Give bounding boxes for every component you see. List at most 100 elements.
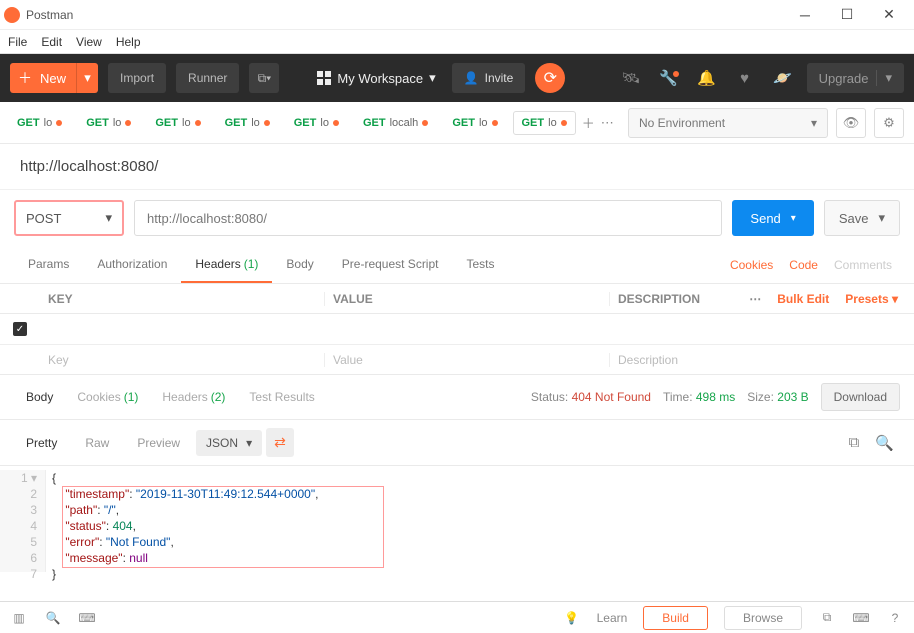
request-tab[interactable]: GETlo (216, 111, 279, 135)
request-tab[interactable]: GETlo (8, 111, 71, 135)
browse-button[interactable]: Browse (724, 606, 802, 630)
environment-preview-button[interactable]: 👁 (836, 108, 866, 138)
request-tab[interactable]: GETlo (443, 111, 506, 135)
url-input[interactable] (134, 200, 722, 236)
chevron-down-icon: ▾ (105, 210, 112, 226)
download-button[interactable]: Download (821, 383, 900, 411)
presets-link[interactable]: Presets ▾ (837, 292, 906, 306)
header-value-input[interactable]: Value (325, 353, 610, 367)
notifications-wrench-icon[interactable]: 🔧 (655, 69, 683, 87)
code-content: { "timestamp": "2019-11-30T11:49:12.544+… (46, 470, 914, 572)
format-selector[interactable]: JSON ▾ (196, 430, 262, 456)
workspace-label: My Workspace (337, 71, 423, 86)
more-icon[interactable]: ⋯ (741, 292, 769, 306)
code-link[interactable]: Code (781, 258, 826, 272)
invite-label: Invite (485, 71, 514, 85)
tab-params[interactable]: Params (14, 246, 83, 283)
pretty-button[interactable]: Pretty (14, 430, 69, 456)
environment-controls: No Environment ▾ 👁 ⚙ (618, 108, 914, 138)
tab-authorization[interactable]: Authorization (83, 246, 181, 283)
new-button[interactable]: ＋ New ▾ (10, 63, 98, 93)
close-button[interactable]: ✕ (868, 0, 910, 30)
invite-button[interactable]: 👤 Invite (452, 63, 526, 93)
tab-strip-row: GETlo GETlo GETlo GETlo GETlo GETlocalh … (0, 102, 914, 144)
find-icon[interactable]: 🔍 (44, 611, 62, 625)
maximize-button[interactable]: ☐ (826, 0, 868, 30)
sidebar-toggle-icon[interactable]: ▥ (10, 611, 28, 625)
sync-button[interactable]: ⟳ (535, 63, 565, 93)
unsaved-dot-icon (333, 120, 339, 126)
resp-tab-cookies[interactable]: Cookies(1) (65, 390, 150, 404)
search-icon[interactable]: 🔍 (869, 434, 900, 452)
request-tab[interactable]: GETlo (146, 111, 209, 135)
send-button[interactable]: Send ▾ (732, 200, 813, 236)
unsaved-dot-icon (56, 120, 62, 126)
bell-icon[interactable]: 🔔 (693, 69, 721, 87)
environment-settings-button[interactable]: ⚙ (874, 108, 904, 138)
learn-label[interactable]: Learn (597, 611, 628, 625)
header-row[interactable]: ✓ (0, 314, 914, 344)
time-value: 498 ms (696, 390, 735, 404)
wrap-toggle[interactable]: ⇄ (266, 428, 294, 457)
cookies-link[interactable]: Cookies (722, 258, 781, 272)
preview-button[interactable]: Preview (125, 430, 192, 456)
checkbox-checked-icon[interactable]: ✓ (13, 322, 27, 336)
tab-tests[interactable]: Tests (452, 246, 508, 283)
keyboard-shortcuts-icon[interactable]: ⌨ (852, 611, 870, 625)
bootcamp-icon[interactable]: 💡 (563, 611, 581, 625)
menu-bar: File Edit View Help (0, 30, 914, 54)
request-tab[interactable]: GETlo (513, 111, 576, 135)
method-selector[interactable]: POST ▾ (14, 200, 124, 236)
window-layout-button[interactable]: ⧉▾ (249, 63, 279, 93)
runner-button[interactable]: Runner (176, 63, 239, 93)
header-key-input[interactable]: Key (40, 353, 325, 367)
resp-tab-tests[interactable]: Test Results (237, 390, 326, 404)
heart-icon[interactable]: ♥ (731, 70, 759, 87)
status-bar: ▥ 🔍 ⌨ 💡 Learn Build Browse ⧉ ⌨ ? (0, 601, 914, 633)
window-titlebar: Postman ─ ☐ ✕ (0, 0, 914, 30)
import-button[interactable]: Import (108, 63, 166, 93)
upgrade-button[interactable]: Upgrade ▾ (807, 63, 904, 93)
console-icon[interactable]: ⌨ (78, 611, 96, 625)
tab-body[interactable]: Body (272, 246, 327, 283)
help-icon[interactable]: ? (886, 611, 904, 625)
minimize-button[interactable]: ─ (784, 0, 826, 30)
header-desc-input[interactable]: Description (610, 353, 914, 367)
save-button[interactable]: Save ▾ (824, 200, 900, 236)
resp-tab-headers[interactable]: Headers(2) (150, 390, 237, 404)
workspace-selector[interactable]: My Workspace ▾ (311, 70, 441, 86)
main-toolbar: ＋ New ▾ Import Runner ⧉▾ My Workspace ▾ … (0, 54, 914, 102)
raw-button[interactable]: Raw (73, 430, 121, 456)
chevron-down-icon: ▾ (811, 116, 817, 130)
copy-icon[interactable]: ⧉ (843, 434, 866, 451)
app-logo-icon (4, 7, 20, 23)
new-dropdown[interactable]: ▾ (76, 63, 98, 93)
comments-link[interactable]: Comments (826, 258, 900, 272)
tab-overflow-button[interactable]: ⋯ (601, 112, 614, 134)
tab-headers[interactable]: Headers (1) (181, 246, 272, 283)
bulk-edit-link[interactable]: Bulk Edit (769, 292, 837, 306)
request-tab[interactable]: GETlocalh (354, 111, 437, 135)
menu-help[interactable]: Help (116, 35, 141, 49)
headers-table: KEY VALUE DESCRIPTION ⋯ Bulk Edit Preset… (0, 284, 914, 375)
resp-tab-body[interactable]: Body (14, 390, 65, 404)
explore-icon[interactable]: 🪐 (769, 69, 797, 87)
satellite-icon[interactable]: 🛰 (617, 69, 645, 87)
build-button[interactable]: Build (643, 606, 708, 630)
header-new-row[interactable]: Key Value Description (0, 344, 914, 374)
menu-file[interactable]: File (8, 35, 27, 49)
environment-selector[interactable]: No Environment ▾ (628, 108, 828, 138)
eye-icon: 👁 (843, 115, 860, 131)
unsaved-dot-icon (264, 120, 270, 126)
request-tab[interactable]: GETlo (285, 111, 348, 135)
col-value: VALUE (325, 292, 610, 306)
request-tab[interactable]: GETlo (77, 111, 140, 135)
two-pane-icon[interactable]: ⧉ (818, 610, 836, 625)
response-body-editor[interactable]: 1 ▾234567 { "timestamp": "2019-11-30T11:… (0, 466, 914, 576)
menu-edit[interactable]: Edit (41, 35, 62, 49)
tab-prerequest[interactable]: Pre-request Script (328, 246, 453, 283)
menu-view[interactable]: View (76, 35, 102, 49)
send-label: Send (750, 211, 780, 226)
format-value: JSON (206, 436, 238, 450)
add-tab-button[interactable]: ＋ (582, 112, 595, 134)
